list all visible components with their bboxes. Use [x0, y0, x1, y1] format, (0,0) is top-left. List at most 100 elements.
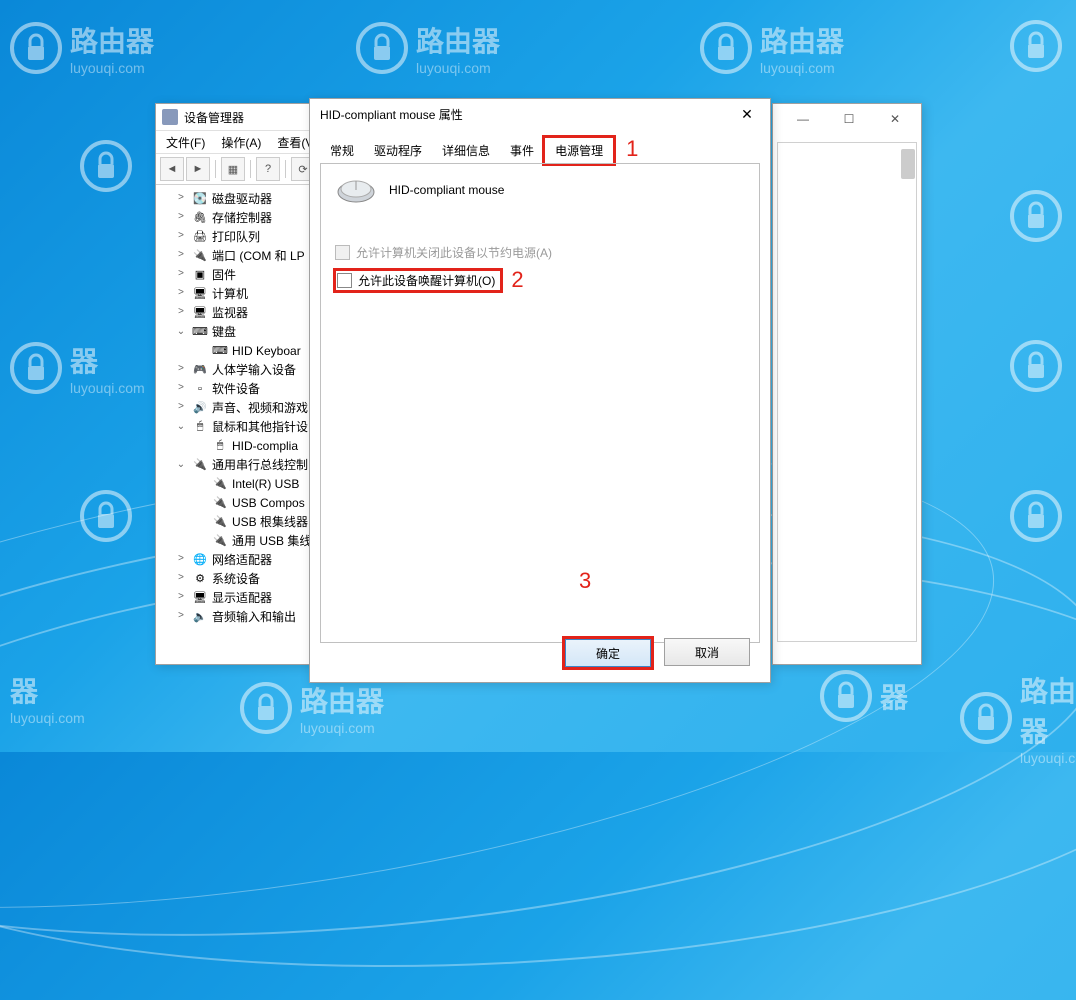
annotation-3: 3	[579, 568, 591, 594]
storage-icon: 🖇	[192, 211, 208, 225]
tree-item-label: 打印队列	[212, 228, 260, 245]
tab-driver[interactable]: 驱动程序	[364, 138, 432, 163]
cancel-button[interactable]: 取消	[664, 638, 750, 666]
watermark	[80, 490, 132, 542]
expand-icon[interactable]: >	[174, 554, 188, 565]
software-icon: ▫	[192, 382, 208, 396]
expand-icon[interactable]: ⌄	[174, 421, 188, 433]
usb-icon: 🔌	[212, 534, 228, 548]
computer-icon: 🖥	[192, 287, 208, 301]
properties-dialog: HID-compliant mouse 属性 ✕ 常规 驱动程序 详细信息 事件…	[309, 98, 771, 683]
watermark	[1010, 190, 1062, 242]
tree-item-label: 通用串行总线控制	[212, 456, 308, 473]
tree-item-label: 端口 (COM 和 LP	[212, 247, 305, 264]
expand-icon[interactable]: >	[174, 307, 188, 318]
tree-item-label: 音频输入和输出	[212, 608, 296, 625]
checkbox-power-off-box	[335, 245, 350, 260]
mouse-icon: 🖱	[212, 439, 228, 453]
dialog-buttons: 确定 取消	[564, 638, 750, 668]
expand-icon[interactable]: >	[174, 402, 188, 413]
tree-item-label: 软件设备	[212, 380, 260, 397]
tree-item-label: 磁盘驱动器	[212, 190, 272, 207]
tree-item-label: 存储控制器	[212, 209, 272, 226]
toolbar-fwd-icon[interactable]: ►	[186, 157, 210, 181]
device-header: HID-compliant mouse	[335, 176, 745, 204]
tab-general[interactable]: 常规	[320, 138, 364, 163]
checkbox-wake-computer[interactable]: 允许此设备唤醒计算机(O)	[335, 270, 501, 291]
system-icon: ⚙	[192, 572, 208, 586]
mouse-icon	[335, 176, 377, 204]
firmware-icon: ▣	[192, 268, 208, 282]
tree-item-label: USB 根集线器	[232, 513, 308, 530]
expand-icon[interactable]: >	[174, 573, 188, 584]
tree-item-label: HID-complia	[232, 439, 298, 453]
expand-icon[interactable]: >	[174, 212, 188, 223]
expand-icon[interactable]: >	[174, 611, 188, 622]
watermark	[1010, 20, 1062, 72]
tree-item-label: 监视器	[212, 304, 248, 321]
expand-icon[interactable]: >	[174, 231, 188, 242]
annotation-2: 2	[511, 267, 523, 293]
watermark: 路由器luyouqi.com	[240, 680, 384, 736]
tree-item-label: 键盘	[212, 323, 236, 340]
scrollbar-thumb[interactable]	[901, 149, 915, 179]
expand-icon[interactable]: >	[174, 592, 188, 603]
expand-icon[interactable]: >	[174, 269, 188, 280]
close-button[interactable]: ✕	[873, 108, 917, 130]
tab-details[interactable]: 详细信息	[432, 138, 500, 163]
checkbox-power-off: 允许计算机关闭此设备以节约电源(A)	[335, 244, 745, 261]
expand-icon[interactable]: >	[174, 288, 188, 299]
annotation-1: 1	[626, 136, 638, 162]
toolbar-back-icon[interactable]: ◄	[160, 157, 184, 181]
expand-icon[interactable]: >	[174, 193, 188, 204]
watermark	[80, 140, 132, 192]
tree-item-label: 网络适配器	[212, 551, 272, 568]
tree-item-label: 计算机	[212, 285, 248, 302]
tree-item-label: Intel(R) USB	[232, 477, 299, 491]
tree-item-label: 系统设备	[212, 570, 260, 587]
usb-hub-icon: 🔌	[192, 458, 208, 472]
menu-file[interactable]: 文件(F)	[162, 132, 209, 153]
blank-titlebar: — ☐ ✕	[773, 104, 921, 134]
usb-icon: 🔌	[212, 477, 228, 491]
checkbox-wake-label: 允许此设备唤醒计算机(O)	[358, 272, 495, 289]
expand-icon[interactable]: >	[174, 383, 188, 394]
watermark: 路由器luyouqi.com	[356, 20, 500, 76]
watermark	[1010, 340, 1062, 392]
hid-icon: 🎮	[192, 363, 208, 377]
tree-item-label: HID Keyboar	[232, 344, 301, 358]
checkbox-wake-box[interactable]	[337, 273, 352, 288]
ok-button[interactable]: 确定	[564, 638, 652, 668]
watermark: 器luyouqi.com	[10, 670, 85, 726]
expand-icon[interactable]: ⌄	[174, 326, 188, 338]
tree-item-label: 显示适配器	[212, 589, 272, 606]
watermark: 路由器luyouqi.com	[700, 20, 844, 76]
audio-icon: 🔊	[192, 401, 208, 415]
watermark: 器luyouqi.com	[10, 340, 145, 396]
maximize-button[interactable]: ☐	[827, 108, 871, 130]
expand-icon[interactable]: >	[174, 364, 188, 375]
mouse-icon: 🖱	[192, 420, 208, 434]
checkbox-power-off-label: 允许计算机关闭此设备以节约电源(A)	[356, 244, 552, 261]
printer-icon: 🖨	[192, 230, 208, 244]
device-name: HID-compliant mouse	[389, 183, 504, 197]
devmgr-title: 设备管理器	[184, 109, 244, 126]
expand-icon[interactable]: >	[174, 250, 188, 261]
blank-window: — ☐ ✕	[772, 103, 922, 665]
expand-icon[interactable]: ⌄	[174, 459, 188, 471]
tree-item-label: 鼠标和其他指针设	[212, 418, 308, 435]
propdlg-titlebar[interactable]: HID-compliant mouse 属性 ✕	[310, 99, 770, 129]
usb-icon: 🔌	[212, 496, 228, 510]
toolbar-help-icon[interactable]: ?	[256, 157, 280, 181]
tab-events[interactable]: 事件	[500, 138, 544, 163]
toolbar-view-icon[interactable]: ▦	[221, 157, 245, 181]
tab-power-management[interactable]: 电源管理	[544, 137, 614, 164]
menu-action[interactable]: 操作(A)	[217, 132, 265, 153]
devmgr-icon	[162, 109, 178, 125]
tree-item-label: 声音、视频和游戏	[212, 399, 308, 416]
close-icon[interactable]: ✕	[734, 104, 760, 124]
minimize-button[interactable]: —	[781, 108, 825, 130]
watermark: 路由器luyouqi.com	[10, 20, 154, 76]
monitor-icon: 🖥	[192, 306, 208, 320]
audio-io-icon: 🔈	[192, 610, 208, 624]
